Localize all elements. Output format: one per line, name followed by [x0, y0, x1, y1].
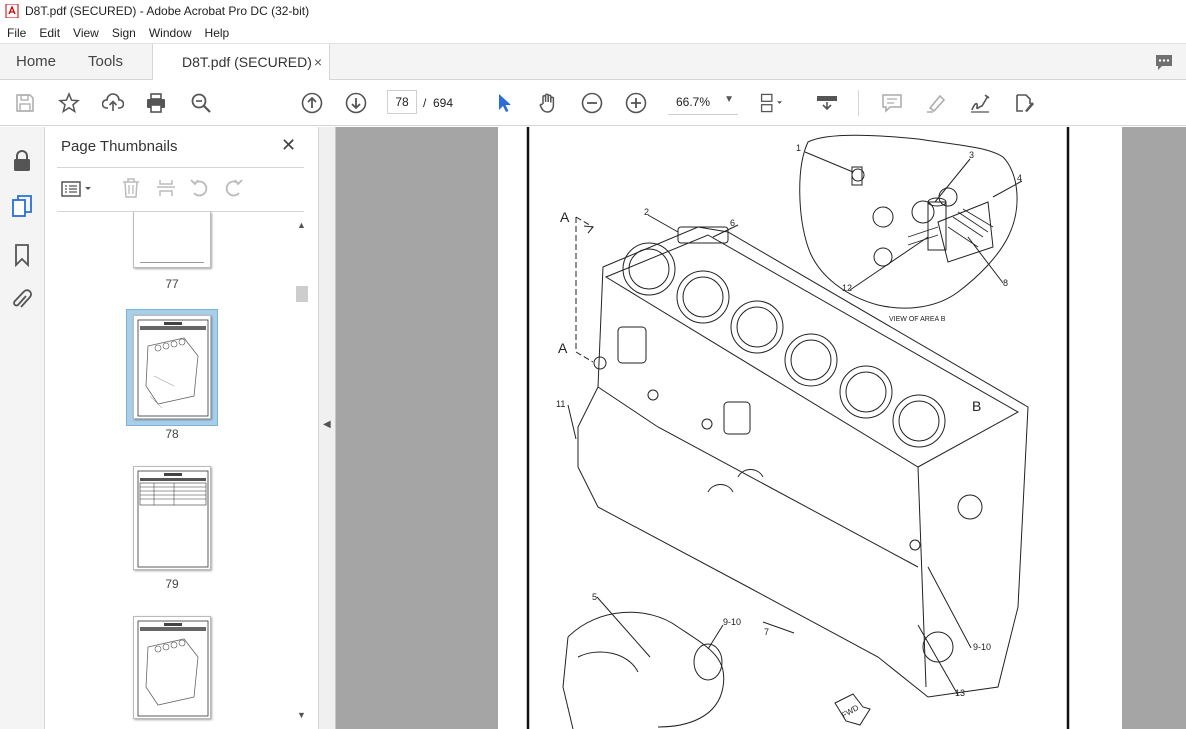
- scroll-mode-icon[interactable]: [815, 91, 839, 115]
- scroll-up-icon[interactable]: ▲: [297, 220, 306, 230]
- window-title: D8T.pdf (SECURED) - Adobe Acrobat Pro DC…: [25, 4, 310, 18]
- page-number-input[interactable]: 78: [387, 90, 417, 114]
- chevron-down-icon: ▼: [724, 94, 734, 105]
- callout-13: 13: [955, 688, 966, 698]
- select-pointer-icon[interactable]: [492, 91, 516, 115]
- zoom-value: 66.7%: [676, 95, 711, 109]
- thumbnail-scrollbar[interactable]: ▲ ▼: [294, 220, 309, 725]
- menu-sign[interactable]: Sign: [105, 26, 142, 40]
- next-page-icon[interactable]: [344, 91, 368, 115]
- tab-home[interactable]: Home: [16, 44, 56, 80]
- tab-document-label: D8T.pdf (SECURED): [182, 54, 312, 70]
- menu-window[interactable]: Window: [142, 26, 198, 40]
- zoom-in-icon[interactable]: [624, 91, 648, 115]
- engine-block-drawing: [526, 127, 1070, 729]
- thumbnail-options-icon[interactable]: [61, 179, 95, 204]
- upload-icon[interactable]: [101, 91, 125, 115]
- page-separator: /: [423, 96, 427, 110]
- callout-1: 1: [796, 143, 802, 153]
- view-of-area-b-caption: VIEW OF AREA B: [889, 316, 946, 323]
- close-tab-icon[interactable]: ×: [314, 44, 322, 80]
- thumbnail-page-77[interactable]: [133, 212, 211, 268]
- print-icon[interactable]: [144, 91, 168, 115]
- thumbnail-page-78[interactable]: [133, 315, 211, 419]
- left-icon-rail: [0, 127, 45, 729]
- lock-icon[interactable]: [11, 149, 33, 178]
- close-panel-icon[interactable]: ✕: [281, 135, 296, 156]
- callout-3: 3: [969, 150, 975, 160]
- section-a-bottom-label: A: [558, 340, 568, 356]
- callout-4: 4: [1017, 173, 1023, 183]
- zoom-select[interactable]: 66.7% ▼: [668, 90, 738, 115]
- callout-12: 12: [842, 283, 853, 293]
- callout-5: 5: [592, 592, 598, 602]
- menu-help[interactable]: Help: [198, 26, 236, 40]
- callout-11: 11: [556, 399, 566, 409]
- rotate-left-icon[interactable]: [189, 177, 211, 204]
- title-bar: D8T.pdf (SECURED) - Adobe Acrobat Pro DC…: [0, 0, 1186, 22]
- pdf-page: 1 2 3 4 5 6 7 8 9-10 9-10 11 12 13 A A B…: [498, 127, 1122, 729]
- menu-view[interactable]: View: [66, 26, 105, 40]
- tab-tools[interactable]: Tools: [88, 44, 123, 80]
- collapse-left-icon: ◀: [323, 419, 331, 430]
- prev-page-icon[interactable]: [300, 91, 324, 115]
- insert-page-icon[interactable]: [155, 177, 177, 204]
- attachment-icon[interactable]: [11, 288, 33, 317]
- callout-7: 7: [764, 627, 770, 637]
- tab-bar: Home Tools D8T.pdf (SECURED) ×: [0, 43, 1186, 81]
- callout-9-10-right: 9-10: [973, 642, 992, 652]
- callout-6: 6: [730, 218, 736, 228]
- sign-icon[interactable]: [968, 91, 992, 115]
- collapse-panel-handle[interactable]: ◀: [319, 127, 336, 729]
- acrobat-app-icon: [5, 3, 19, 19]
- callout-8: 8: [1003, 278, 1009, 288]
- pages-icon[interactable]: [11, 194, 33, 223]
- view-b-label: B: [972, 398, 982, 414]
- callout-9-10-left: 9-10: [723, 617, 742, 627]
- menu-edit[interactable]: Edit: [32, 26, 66, 40]
- zoom-out-icon[interactable]: [580, 91, 604, 115]
- fill-sign-icon[interactable]: [1012, 91, 1036, 115]
- toolbar-divider: [858, 90, 859, 116]
- zoom-search-icon[interactable]: [189, 91, 213, 115]
- menu-file[interactable]: File: [0, 26, 32, 40]
- fit-page-icon[interactable]: [759, 91, 783, 115]
- thumbnail-label-78: 78: [165, 427, 179, 441]
- callout-2: 2: [644, 207, 650, 217]
- tab-document[interactable]: D8T.pdf (SECURED) ×: [152, 44, 330, 81]
- thumbnail-page-80[interactable]: [133, 616, 211, 719]
- total-pages: 694: [433, 96, 454, 110]
- panel-title: Page Thumbnails: [61, 138, 178, 155]
- scroll-down-icon[interactable]: ▼: [297, 710, 306, 720]
- scrollbar-thumb[interactable]: [296, 286, 308, 302]
- comment-icon[interactable]: [880, 91, 904, 115]
- save-icon[interactable]: [13, 91, 37, 115]
- thumbnail-label-79: 79: [165, 577, 179, 591]
- delete-page-icon[interactable]: [121, 177, 141, 204]
- bookmark-icon[interactable]: [13, 243, 31, 272]
- hand-icon[interactable]: [536, 91, 560, 115]
- menu-bar: File Edit View Sign Window Help: [0, 22, 1186, 43]
- rotate-right-icon[interactable]: [222, 177, 244, 204]
- thumbnail-label-77: 77: [165, 277, 179, 291]
- highlight-icon[interactable]: [924, 91, 948, 115]
- section-a-top-label: A: [560, 209, 570, 225]
- chat-icon[interactable]: [1154, 52, 1174, 77]
- thumbnail-page-79[interactable]: [133, 466, 211, 570]
- bookmark-star-icon[interactable]: [57, 91, 81, 115]
- toolbar: 66.7% ▼: [0, 80, 1186, 126]
